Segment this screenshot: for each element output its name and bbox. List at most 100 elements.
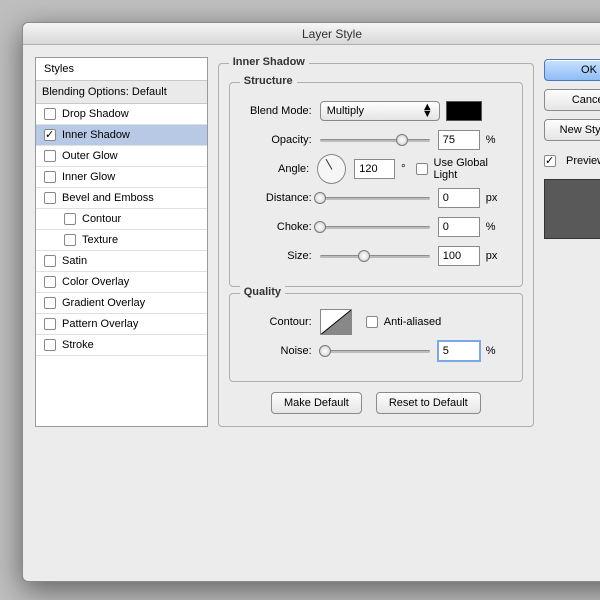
style-label: Inner Glow <box>62 171 115 183</box>
angle-row: Angle: 120 ° Use Global Light <box>240 158 512 180</box>
angle-label: Angle: <box>240 163 317 175</box>
style-label: Texture <box>82 234 118 246</box>
choke-slider[interactable] <box>320 220 430 234</box>
style-label: Outer Glow <box>62 150 118 162</box>
noise-row: Noise: 5 % <box>240 340 512 362</box>
noise-unit: % <box>486 345 496 357</box>
angle-unit: ° <box>401 163 405 175</box>
style-item-texture[interactable]: Texture <box>36 230 207 251</box>
new-style-button[interactable]: New Style... <box>544 119 600 141</box>
updown-icon: ▲▼ <box>422 104 433 118</box>
noise-slider[interactable] <box>320 344 430 358</box>
blend-mode-value: Multiply <box>327 105 364 117</box>
style-checkbox[interactable] <box>44 339 56 351</box>
size-field[interactable]: 100 <box>438 246 480 266</box>
shadow-color-swatch[interactable] <box>446 101 482 121</box>
blend-mode-label: Blend Mode: <box>240 105 320 117</box>
preview-row: Preview <box>544 155 600 167</box>
style-label: Gradient Overlay <box>62 297 145 309</box>
style-checkbox[interactable] <box>64 234 76 246</box>
preview-thumbnail <box>544 179 600 239</box>
opacity-row: Opacity: 75 % <box>240 129 512 151</box>
angle-dial[interactable] <box>317 154 346 184</box>
style-item-outer-glow[interactable]: Outer Glow <box>36 146 207 167</box>
style-item-gradient-overlay[interactable]: Gradient Overlay <box>36 293 207 314</box>
style-checkbox[interactable] <box>44 171 56 183</box>
style-label: Bevel and Emboss <box>62 192 154 204</box>
style-label: Color Overlay <box>62 276 129 288</box>
quality-title: Quality <box>240 286 285 298</box>
make-default-button[interactable]: Make Default <box>271 392 362 414</box>
style-label: Pattern Overlay <box>62 318 138 330</box>
contour-picker[interactable] <box>320 309 352 335</box>
blend-mode-select[interactable]: Multiply ▲▼ <box>320 101 440 121</box>
style-label: Satin <box>62 255 87 267</box>
style-label: Contour <box>82 213 121 225</box>
choke-field[interactable]: 0 <box>438 217 480 237</box>
style-item-contour[interactable]: Contour <box>36 209 207 230</box>
dialog-content: Styles Blending Options: Default Drop Sh… <box>23 45 600 439</box>
styles-header[interactable]: Styles <box>36 58 207 81</box>
opacity-slider[interactable] <box>320 133 430 147</box>
quality-group: Quality Contour: Anti-aliased Noise: <box>229 293 523 382</box>
size-label: Size: <box>240 250 320 262</box>
cancel-button[interactable]: Cancel <box>544 89 600 111</box>
actions-panel: OK Cancel New Style... Preview <box>544 57 600 427</box>
blending-options-row[interactable]: Blending Options: Default <box>36 81 207 104</box>
anti-aliased-label: Anti-aliased <box>384 316 441 328</box>
style-checkbox[interactable] <box>44 276 56 288</box>
default-buttons-row: Make Default Reset to Default <box>229 392 523 414</box>
style-item-bevel-and-emboss[interactable]: Bevel and Emboss <box>36 188 207 209</box>
angle-field[interactable]: 120 <box>354 159 395 179</box>
blend-mode-row: Blend Mode: Multiply ▲▼ <box>240 100 512 122</box>
layer-style-dialog: Layer Style Styles Blending Options: Def… <box>22 22 600 582</box>
choke-label: Choke: <box>240 221 320 233</box>
preview-label: Preview <box>566 155 600 167</box>
style-item-pattern-overlay[interactable]: Pattern Overlay <box>36 314 207 335</box>
choke-unit: % <box>486 221 496 233</box>
settings-panel: Inner Shadow Structure Blend Mode: Multi… <box>218 57 534 427</box>
size-slider[interactable] <box>320 249 430 263</box>
style-checkbox[interactable] <box>44 255 56 267</box>
style-item-inner-shadow[interactable]: Inner Shadow <box>36 125 207 146</box>
style-label: Inner Shadow <box>62 129 130 141</box>
anti-aliased-checkbox[interactable] <box>366 316 378 328</box>
choke-row: Choke: 0 % <box>240 216 512 238</box>
style-checkbox[interactable] <box>44 192 56 204</box>
size-row: Size: 100 px <box>240 245 512 267</box>
style-item-drop-shadow[interactable]: Drop Shadow <box>36 104 207 125</box>
contour-label: Contour: <box>240 316 320 328</box>
style-label: Stroke <box>62 339 94 351</box>
distance-field[interactable]: 0 <box>438 188 480 208</box>
style-item-stroke[interactable]: Stroke <box>36 335 207 356</box>
style-checkbox[interactable] <box>44 297 56 309</box>
contour-row: Contour: Anti-aliased <box>240 311 512 333</box>
use-global-light-label: Use Global Light <box>434 157 512 181</box>
preview-checkbox[interactable] <box>544 155 556 167</box>
ok-button[interactable]: OK <box>544 59 600 81</box>
distance-unit: px <box>486 192 498 204</box>
opacity-field[interactable]: 75 <box>438 130 480 150</box>
inner-shadow-group: Inner Shadow Structure Blend Mode: Multi… <box>218 63 534 427</box>
reset-to-default-button[interactable]: Reset to Default <box>376 392 481 414</box>
panel-title: Inner Shadow <box>229 56 309 68</box>
style-item-color-overlay[interactable]: Color Overlay <box>36 272 207 293</box>
structure-group: Structure Blend Mode: Multiply ▲▼ Opacit… <box>229 82 523 287</box>
style-checkbox[interactable] <box>64 213 76 225</box>
distance-slider[interactable] <box>320 191 430 205</box>
style-item-inner-glow[interactable]: Inner Glow <box>36 167 207 188</box>
opacity-unit: % <box>486 134 496 146</box>
distance-row: Distance: 0 px <box>240 187 512 209</box>
size-unit: px <box>486 250 498 262</box>
style-checkbox[interactable] <box>44 318 56 330</box>
styles-panel: Styles Blending Options: Default Drop Sh… <box>35 57 208 427</box>
style-checkbox[interactable] <box>44 129 56 141</box>
style-checkbox[interactable] <box>44 108 56 120</box>
styles-list: Drop Shadow Inner Shadow Outer Glow Inner G… <box>36 104 207 356</box>
use-global-light-checkbox[interactable] <box>416 163 428 175</box>
opacity-label: Opacity: <box>240 134 320 146</box>
style-checkbox[interactable] <box>44 150 56 162</box>
window-title: Layer Style <box>23 23 600 45</box>
style-item-satin[interactable]: Satin <box>36 251 207 272</box>
noise-field[interactable]: 5 <box>438 341 480 361</box>
